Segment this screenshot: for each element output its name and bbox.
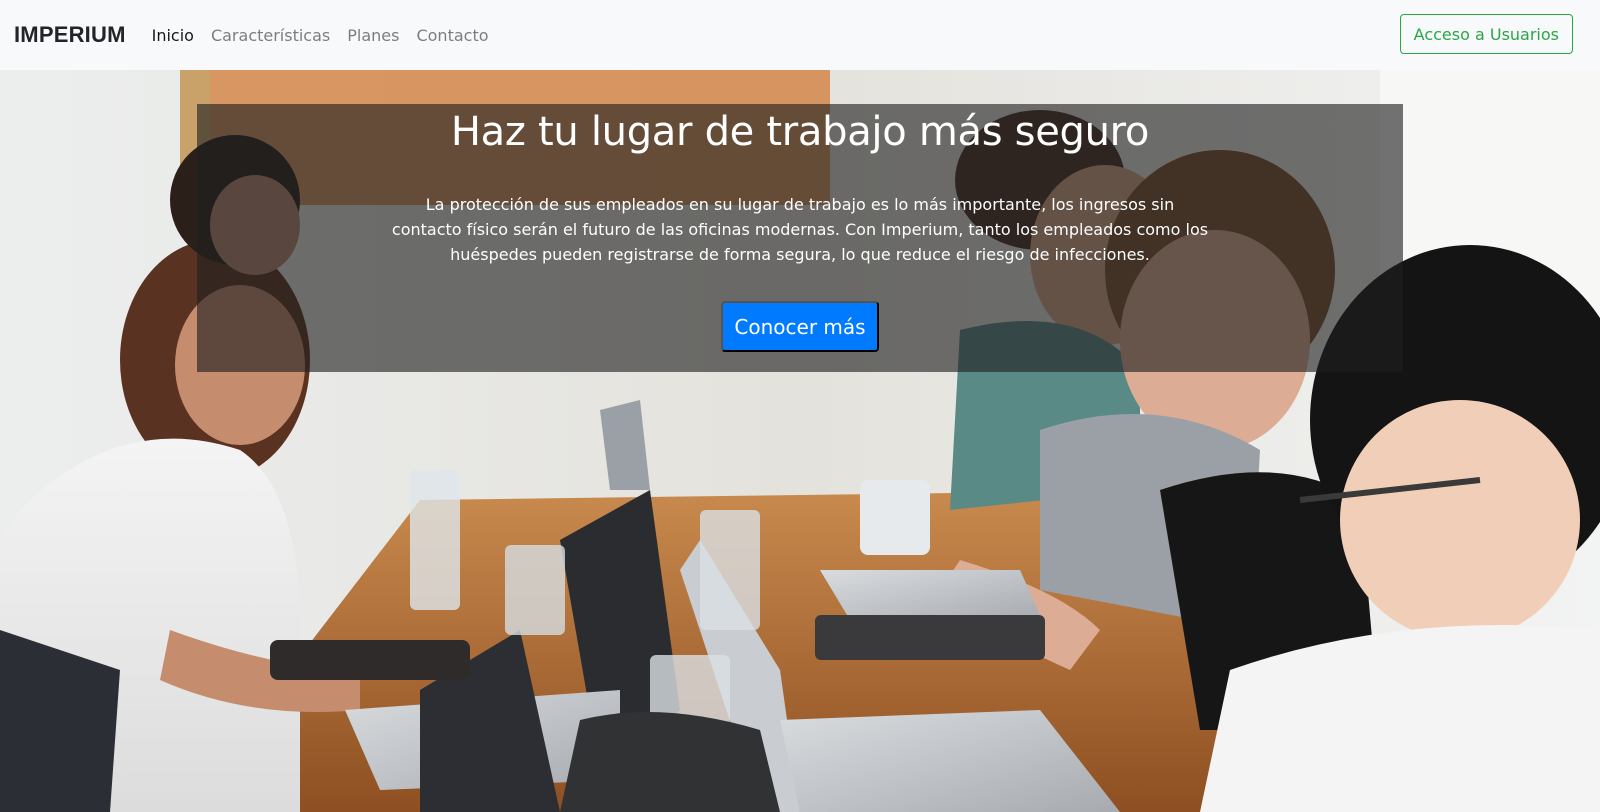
nav-link-caracteristicas[interactable]: Características (211, 26, 330, 45)
brand-logo[interactable]: IMPERIUM (14, 22, 126, 48)
hero-title: Haz tu lugar de trabajo más seguro (450, 109, 1150, 155)
nav-link-contacto[interactable]: Contacto (416, 26, 488, 45)
user-login-button[interactable]: Acceso a Usuarios (1399, 14, 1573, 54)
hero-overlay-box: Haz tu lugar de trabajo más seguro La pr… (197, 104, 1403, 372)
nav-links: Inicio Características Planes Contacto (152, 26, 489, 45)
hero-description: La protección de sus empleados en su lug… (391, 195, 1209, 264)
learn-more-button[interactable]: Conocer más (721, 301, 879, 352)
hero-section: Haz tu lugar de trabajo más seguro La pr… (0, 70, 1600, 812)
nav-link-planes[interactable]: Planes (347, 26, 399, 45)
navbar: IMPERIUM Inicio Características Planes C… (0, 0, 1600, 70)
nav-link-inicio[interactable]: Inicio (152, 26, 194, 45)
